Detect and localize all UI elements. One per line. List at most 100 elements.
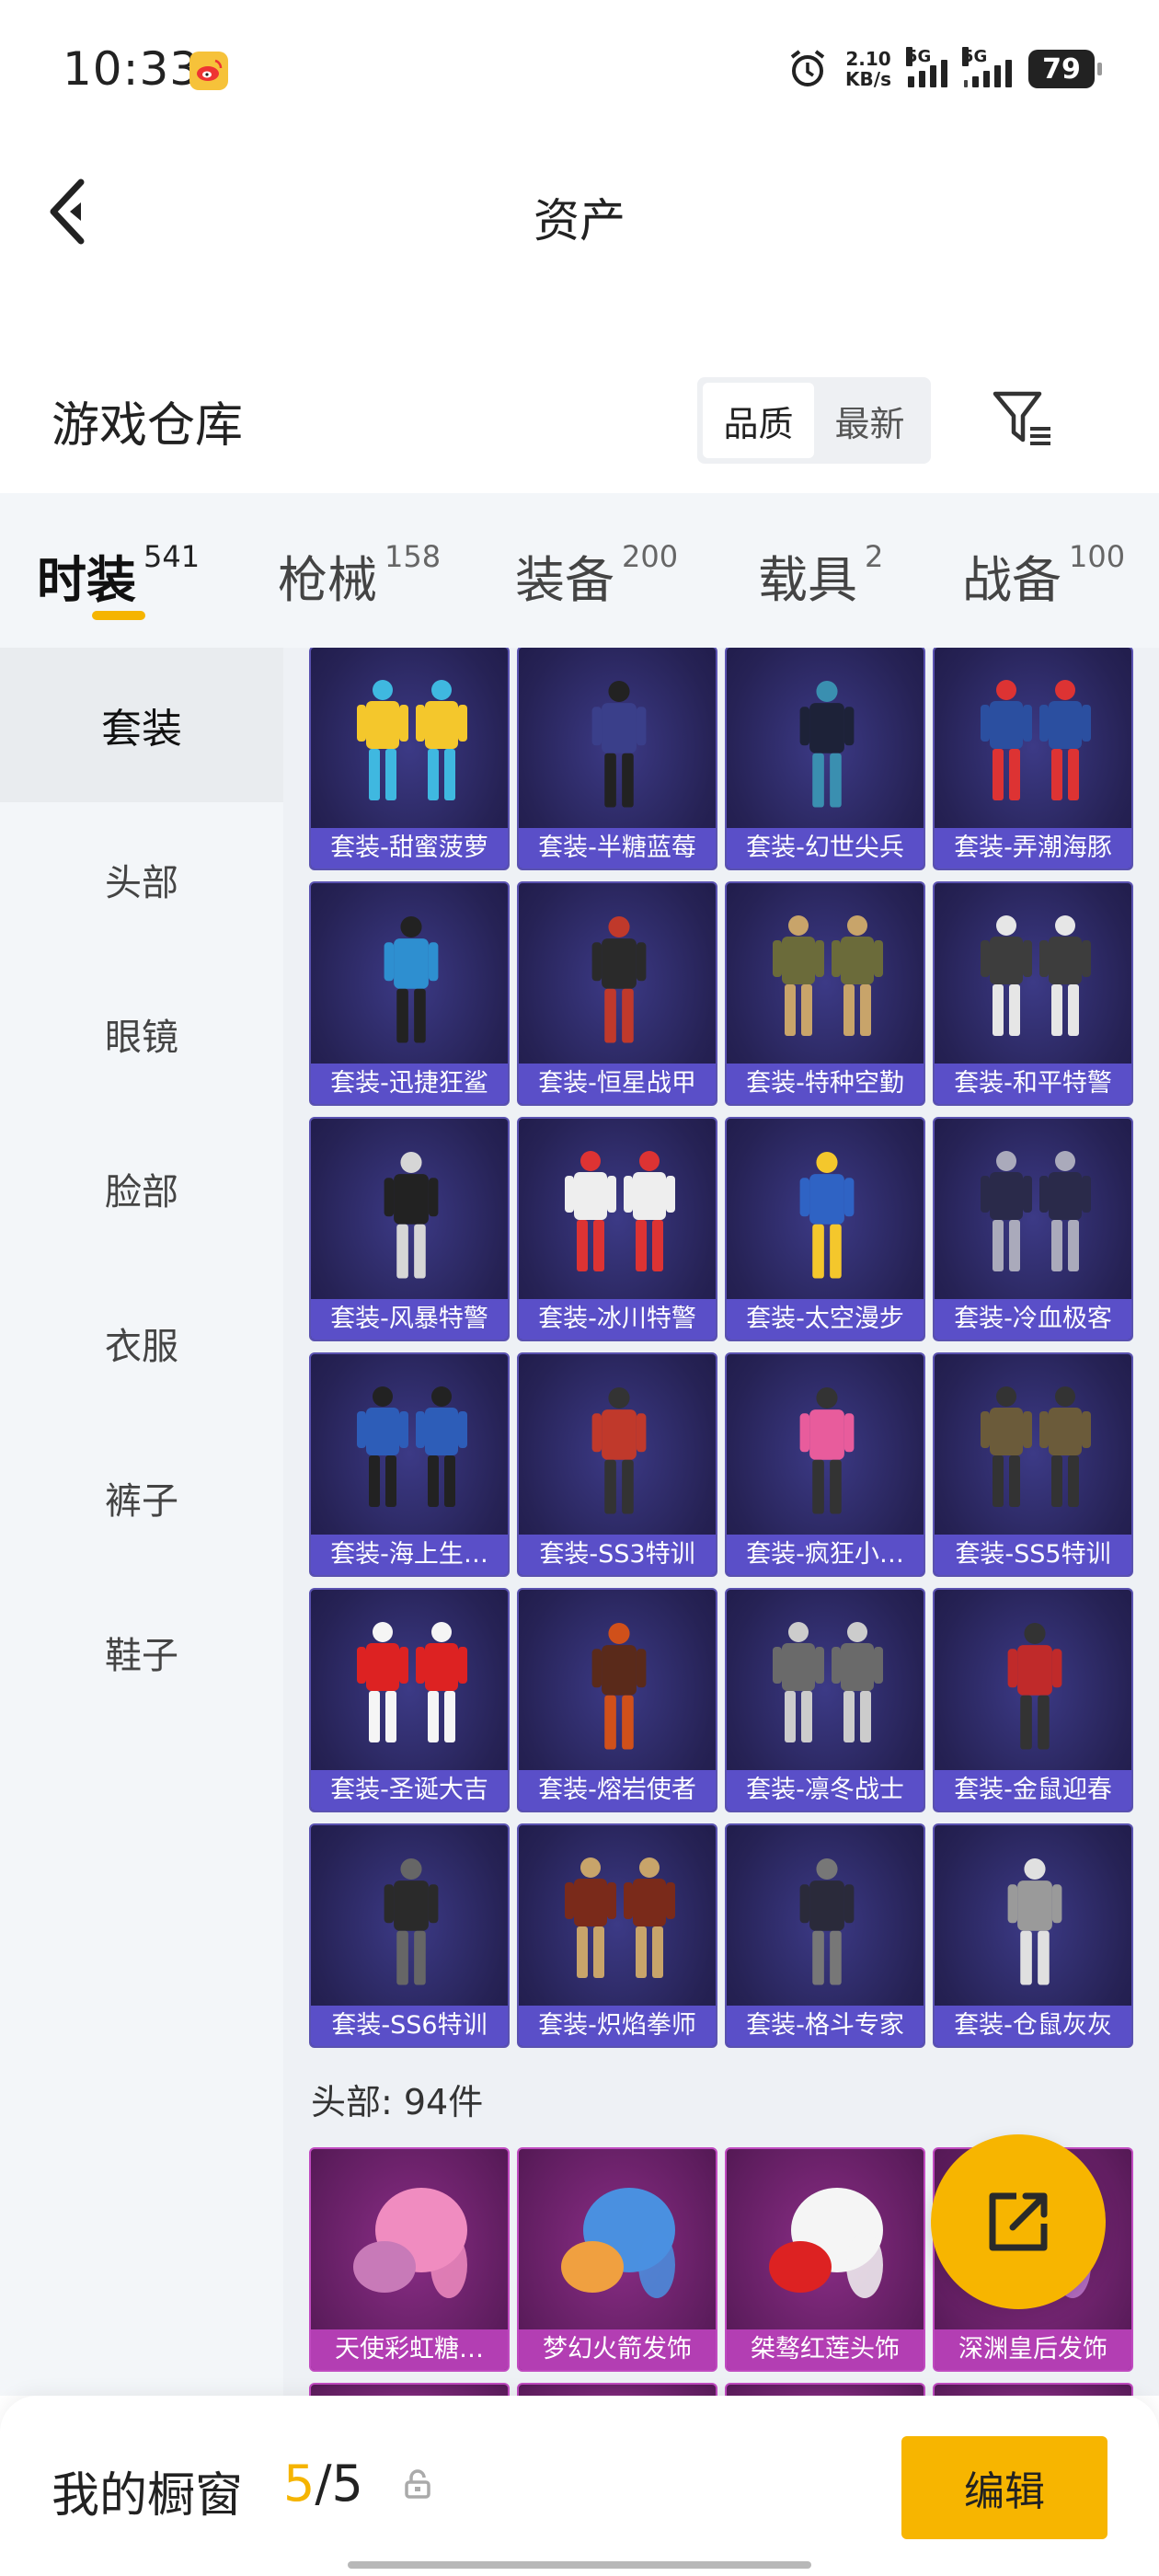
signal-icon: 5G xyxy=(906,47,947,87)
page-title: 资产 xyxy=(534,194,625,247)
sidebar: 套装 头部 眼镜 脸部 衣服 裤子 鞋子 xyxy=(0,648,283,2396)
suit-card[interactable]: 套装-SS5特训 xyxy=(933,1352,1133,1577)
home-indicator xyxy=(348,2561,811,2569)
headwear-card[interactable]: 梦幻火箭发饰 xyxy=(517,2147,717,2372)
tab-count: 100 xyxy=(1069,539,1126,574)
suit-card-label: 套装-甜蜜菠萝 xyxy=(311,828,508,868)
outfit-thumbnail-icon xyxy=(591,680,647,808)
outfit-thumbnail-icon xyxy=(981,1386,1091,1507)
tab-vehicles[interactable]: 载具 2 xyxy=(758,493,962,648)
suit-card-label: 套装-冰川特警 xyxy=(519,1299,716,1340)
suit-card-label: 套装-仓鼠灰灰 xyxy=(935,2006,1131,2046)
head-grid-next-row xyxy=(309,2383,1133,2396)
outfit-thumbnail-icon xyxy=(799,1386,855,1514)
alarm-icon xyxy=(790,50,825,86)
sidebar-item-glasses[interactable]: 眼镜 xyxy=(0,957,283,1111)
headwear-card-label: 天使彩虹糖… xyxy=(311,2329,508,2370)
sidebar-item-head[interactable]: 头部 xyxy=(0,802,283,957)
outfit-thumbnail-icon xyxy=(799,1857,855,1985)
sidebar-item-suit[interactable]: 套装 xyxy=(0,648,283,802)
suit-card-label: 套装-金鼠迎春 xyxy=(935,1770,1131,1811)
warehouse-header: 游戏仓库 品质 最新 xyxy=(0,359,1159,488)
suit-card[interactable]: 套装-冷血极客 xyxy=(933,1117,1133,1341)
outfit-thumbnail-icon xyxy=(565,1857,675,1978)
suit-card[interactable]: 套装-圣诞大吉 xyxy=(309,1588,510,1812)
sidebar-item-clothes[interactable]: 衣服 xyxy=(0,1266,283,1420)
headwear-thumbnail-icon xyxy=(353,2188,467,2298)
suit-card[interactable]: 套装-风暴特警 xyxy=(309,1117,510,1341)
showcase-count: 5/5 xyxy=(283,2455,363,2513)
tab-supplies[interactable]: 战备 100 xyxy=(962,493,1146,648)
showcase-bar: 我的橱窗 5/5 编辑 xyxy=(0,2396,1159,2576)
status-time: 10:33 xyxy=(63,42,201,96)
suit-card[interactable]: 套装-仓鼠灰灰 xyxy=(933,1823,1133,2048)
suit-card[interactable]: 套装-冰川特警 xyxy=(517,1117,717,1341)
nav-bar: 资产 xyxy=(0,138,1159,285)
suit-card[interactable]: 套装-太空漫步 xyxy=(725,1117,925,1341)
outfit-thumbnail-icon xyxy=(357,1622,467,1742)
status-bar: 10:33 2.10 KB/s 5G 5G 79 xyxy=(0,0,1159,138)
signal-label: 5G xyxy=(962,47,988,66)
suit-card-label: 套装-SS3特训 xyxy=(519,1535,716,1575)
tab-label: 装备 xyxy=(515,551,614,609)
suit-card-label: 套装-圣诞大吉 xyxy=(311,1770,508,1811)
item-grid-area[interactable]: 套装-甜蜜菠萝 套装-半糖蓝莓 套装-幻世尖兵 套装-弄潮海豚 套装-迅捷狂鲨 xyxy=(283,648,1159,2396)
showcase-label: 我的橱窗 xyxy=(52,2468,244,2524)
outfit-thumbnail-icon xyxy=(799,1151,855,1279)
suit-card[interactable]: 套装-迅捷狂鲨 xyxy=(309,881,510,1106)
sidebar-item-face[interactable]: 脸部 xyxy=(0,1111,283,1266)
suit-card[interactable]: 套装-SS3特训 xyxy=(517,1352,717,1577)
tab-equipment[interactable]: 装备 200 xyxy=(515,493,758,648)
suit-card[interactable]: 套装-和平特警 xyxy=(933,881,1133,1106)
edit-button[interactable]: 编辑 xyxy=(901,2436,1107,2539)
headwear-card[interactable]: 天使彩虹糖… xyxy=(309,2147,510,2372)
sidebar-item-shoes[interactable]: 鞋子 xyxy=(0,1575,283,1730)
battery-icon: 79 xyxy=(1028,50,1102,88)
headwear-thumbnail-icon xyxy=(769,2188,883,2298)
signal-icon: 5G xyxy=(962,47,1012,87)
suit-card-label: 套装-半糖蓝莓 xyxy=(519,828,716,868)
outfit-thumbnail-icon xyxy=(981,915,1091,1036)
suit-card[interactable]: 套装-SS6特训 xyxy=(309,1823,510,2048)
tab-count: 2 xyxy=(865,539,884,574)
outfit-thumbnail-icon xyxy=(981,1151,1091,1271)
tab-guns[interactable]: 枪械 158 xyxy=(278,493,515,648)
suit-card-label: 套装-恒星战甲 xyxy=(519,1064,716,1104)
suit-card[interactable]: 套装-甜蜜菠萝 xyxy=(309,648,510,870)
suit-card-label: 套装-太空漫步 xyxy=(727,1299,924,1340)
filter-icon[interactable] xyxy=(988,383,1061,456)
tab-label: 载具 xyxy=(758,551,857,609)
suit-card[interactable]: 套装-半糖蓝莓 xyxy=(517,648,717,870)
outfit-thumbnail-icon xyxy=(799,680,855,808)
suit-card[interactable]: 套装-熔岩使者 xyxy=(517,1588,717,1812)
suit-card-label: 套装-幻世尖兵 xyxy=(727,828,924,868)
suit-card[interactable]: 套装-幻世尖兵 xyxy=(725,648,925,870)
sidebar-item-pants[interactable]: 裤子 xyxy=(0,1420,283,1575)
share-button[interactable] xyxy=(931,2134,1106,2309)
suit-card[interactable]: 套装-弄潮海豚 xyxy=(933,648,1133,870)
suit-card[interactable]: 套装-海上生… xyxy=(309,1352,510,1577)
outfit-thumbnail-icon xyxy=(591,915,647,1043)
outfit-thumbnail-icon xyxy=(773,1622,883,1742)
tab-label: 战备 xyxy=(962,551,1061,609)
suit-card[interactable]: 套装-格斗专家 xyxy=(725,1823,925,2048)
suit-card-label: 套装-SS5特训 xyxy=(935,1535,1131,1575)
weibo-icon xyxy=(189,52,228,90)
tab-fashion[interactable]: 时装 541 xyxy=(37,493,278,648)
headwear-card[interactable]: 桀骜红莲头饰 xyxy=(725,2147,925,2372)
headwear-card-label: 梦幻火箭发饰 xyxy=(519,2329,716,2370)
suit-card[interactable]: 套装-特种空勤 xyxy=(725,881,925,1106)
suit-card[interactable]: 套装-凛冬战士 xyxy=(725,1588,925,1812)
suit-card[interactable]: 套装-金鼠迎春 xyxy=(933,1588,1133,1812)
outfit-thumbnail-icon xyxy=(1007,1622,1062,1750)
outfit-thumbnail-icon xyxy=(357,680,467,800)
outfit-thumbnail-icon xyxy=(357,1386,467,1507)
suit-card-label: 套装-和平特警 xyxy=(935,1064,1131,1104)
suit-card[interactable]: 套装-恒星战甲 xyxy=(517,881,717,1106)
sort-option-quality[interactable]: 品质 xyxy=(703,383,814,458)
suit-card[interactable]: 套装-疯狂小… xyxy=(725,1352,925,1577)
sort-option-newest[interactable]: 最新 xyxy=(814,383,925,458)
suit-card[interactable]: 套装-炽焰拳师 xyxy=(517,1823,717,2048)
suit-card-label: 套装-炽焰拳师 xyxy=(519,2006,716,2046)
section-title-head: 头部: 94件 xyxy=(311,2082,484,2122)
